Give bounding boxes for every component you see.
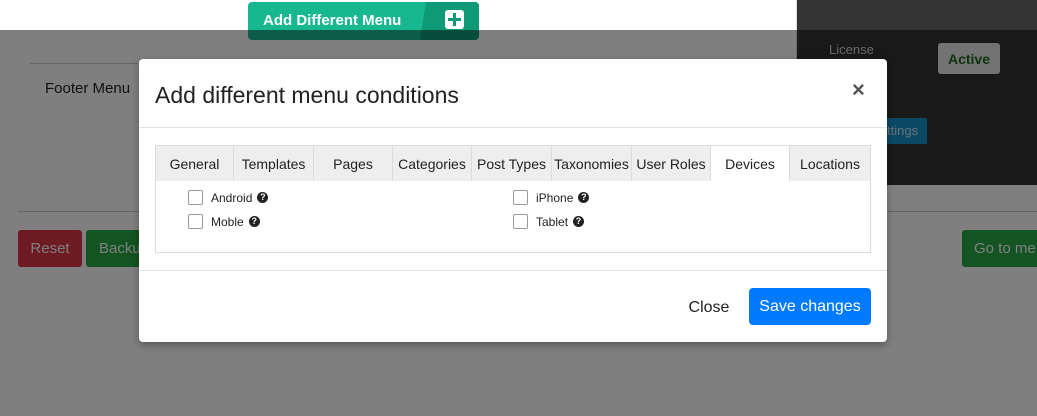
- save-changes-button[interactable]: Save changes: [749, 288, 871, 325]
- tab-templates[interactable]: Templates: [234, 146, 314, 181]
- tab-locations[interactable]: Locations: [790, 146, 870, 181]
- tab-categories[interactable]: Categories: [393, 146, 472, 181]
- close-icon[interactable]: ×: [852, 79, 865, 101]
- menu-conditions-modal: Add different menu conditions × General …: [139, 59, 887, 342]
- add-different-menu-label: Add Different Menu: [263, 12, 402, 29]
- close-button[interactable]: Close: [679, 290, 739, 326]
- help-icon[interactable]: ?: [248, 216, 260, 227]
- modal-footer-divider: [139, 270, 887, 271]
- android-checkbox[interactable]: [188, 190, 203, 205]
- tablet-label: Tablet: [536, 214, 569, 229]
- help-icon[interactable]: ?: [257, 192, 269, 203]
- iphone-checkbox[interactable]: [513, 190, 528, 205]
- help-icon[interactable]: ?: [573, 216, 585, 227]
- tab-general[interactable]: General: [156, 146, 234, 181]
- help-icon[interactable]: ?: [578, 192, 590, 203]
- device-option-tablet: Tablet ?: [513, 214, 585, 229]
- modal-title: Add different menu conditions: [155, 82, 459, 108]
- tab-taxonomies[interactable]: Taxonomies: [552, 146, 632, 181]
- tab-post-types[interactable]: Post Types: [472, 146, 552, 181]
- modal-header-divider: [139, 127, 887, 128]
- plus-icon: [445, 10, 464, 29]
- mobile-checkbox[interactable]: [188, 214, 203, 229]
- tab-devices[interactable]: Devices: [711, 146, 790, 182]
- conditions-tabs: General Templates Pages Categories Post …: [155, 145, 871, 253]
- mobile-label: Moble: [211, 214, 244, 229]
- device-option-iphone: iPhone ?: [513, 190, 590, 205]
- tabs-bar: General Templates Pages Categories Post …: [156, 146, 870, 182]
- tab-user-roles[interactable]: User Roles: [632, 146, 711, 181]
- iphone-label: iPhone: [536, 190, 574, 205]
- tablet-checkbox[interactable]: [513, 214, 528, 229]
- device-option-mobile: Moble ?: [188, 214, 260, 229]
- device-option-android: Android ?: [188, 190, 269, 205]
- android-label: Android: [211, 190, 253, 205]
- tab-pages[interactable]: Pages: [314, 146, 393, 181]
